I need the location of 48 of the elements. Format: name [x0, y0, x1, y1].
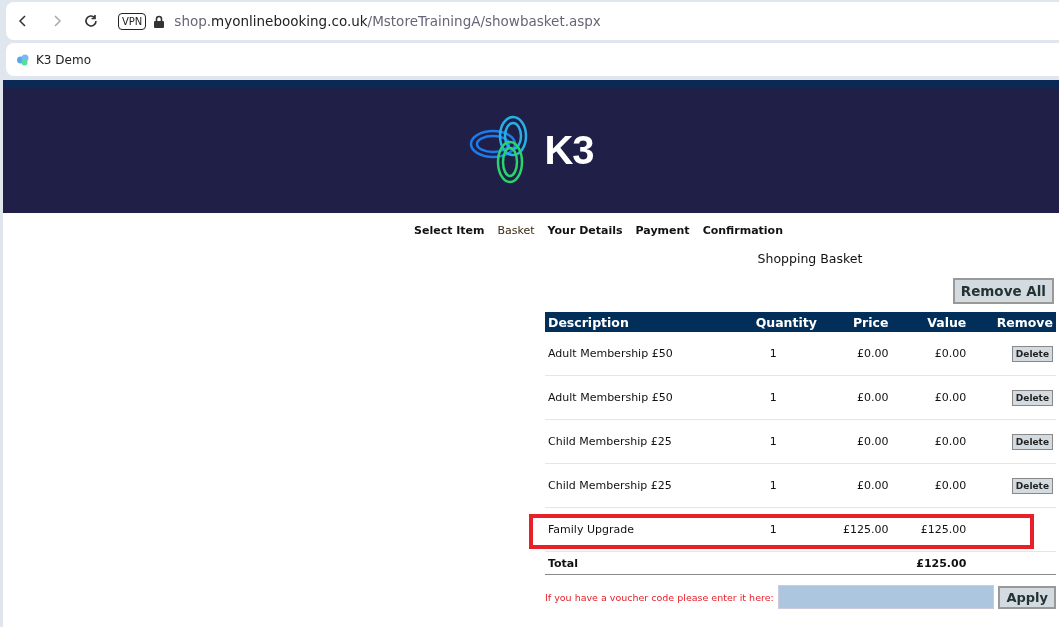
- lock-icon: [154, 14, 165, 28]
- apply-button[interactable]: Apply: [998, 585, 1056, 609]
- table-cell: 1: [726, 375, 820, 420]
- table-cell: Adult Membership £50: [545, 332, 727, 376]
- table-cell: £0.00: [891, 332, 970, 376]
- vpn-badge[interactable]: VPN: [118, 12, 147, 30]
- reload-icon[interactable]: [84, 14, 98, 28]
- voucher-field[interactable]: [777, 585, 995, 609]
- table-cell: Child Membership £25: [545, 463, 727, 508]
- voucher-prompt: If you have a voucher code please enter it here:: [545, 591, 774, 603]
- logo-text: K3: [544, 127, 594, 173]
- column-header: Value: [891, 312, 970, 332]
- table-cell: £125.00: [891, 507, 970, 552]
- table-cell: £0.00: [891, 419, 970, 464]
- column-header: Price: [819, 312, 892, 332]
- step-link[interactable]: Basket: [497, 224, 535, 237]
- table-cell: £0.00: [819, 375, 892, 420]
- column-header: Remove: [969, 312, 1056, 332]
- table-cell: 1: [726, 419, 820, 464]
- step-link[interactable]: Select Item: [414, 224, 485, 237]
- delete-button[interactable]: Delete: [1011, 389, 1053, 406]
- column-header: Quantity: [726, 312, 820, 332]
- column-header: Description: [545, 312, 727, 332]
- delete-button[interactable]: Delete: [1011, 345, 1053, 362]
- address-bar-text[interactable]: shop.myonlinebooking.co.uk/MstoreTrainingA/showbasket.aspx: [174, 13, 601, 29]
- table-cell: £0.00: [819, 419, 892, 464]
- table-cell: £0.00: [891, 375, 970, 420]
- remove-all-button[interactable]: Remove All: [952, 278, 1054, 304]
- table-cell: £0.00: [891, 463, 970, 508]
- table-cell: Adult Membership £50: [545, 375, 727, 420]
- step-link[interactable]: Confirmation: [702, 224, 783, 237]
- table-cell: £125.00: [819, 507, 892, 552]
- table-cell: £0.00: [819, 332, 892, 376]
- step-link[interactable]: Your Details: [547, 224, 623, 237]
- delete-button[interactable]: Delete: [1011, 477, 1053, 494]
- table-cell: 1: [726, 332, 820, 376]
- table-cell: 1: [726, 507, 820, 552]
- link-icon: [16, 53, 30, 66]
- total-value: £125.00: [891, 551, 970, 575]
- bookmark-link[interactable]: K3 Demo: [36, 52, 91, 67]
- table-cell: 1: [726, 463, 820, 508]
- table-cell: Child Membership £25: [545, 419, 727, 464]
- delete-button[interactable]: Delete: [1011, 433, 1053, 450]
- table-cell: Family Upgrade: [545, 507, 727, 552]
- total-label: Total: [545, 551, 727, 575]
- step-link[interactable]: Payment: [635, 224, 690, 237]
- page-title: Shopping Basket: [756, 251, 864, 266]
- table-cell: £0.00: [819, 463, 892, 508]
